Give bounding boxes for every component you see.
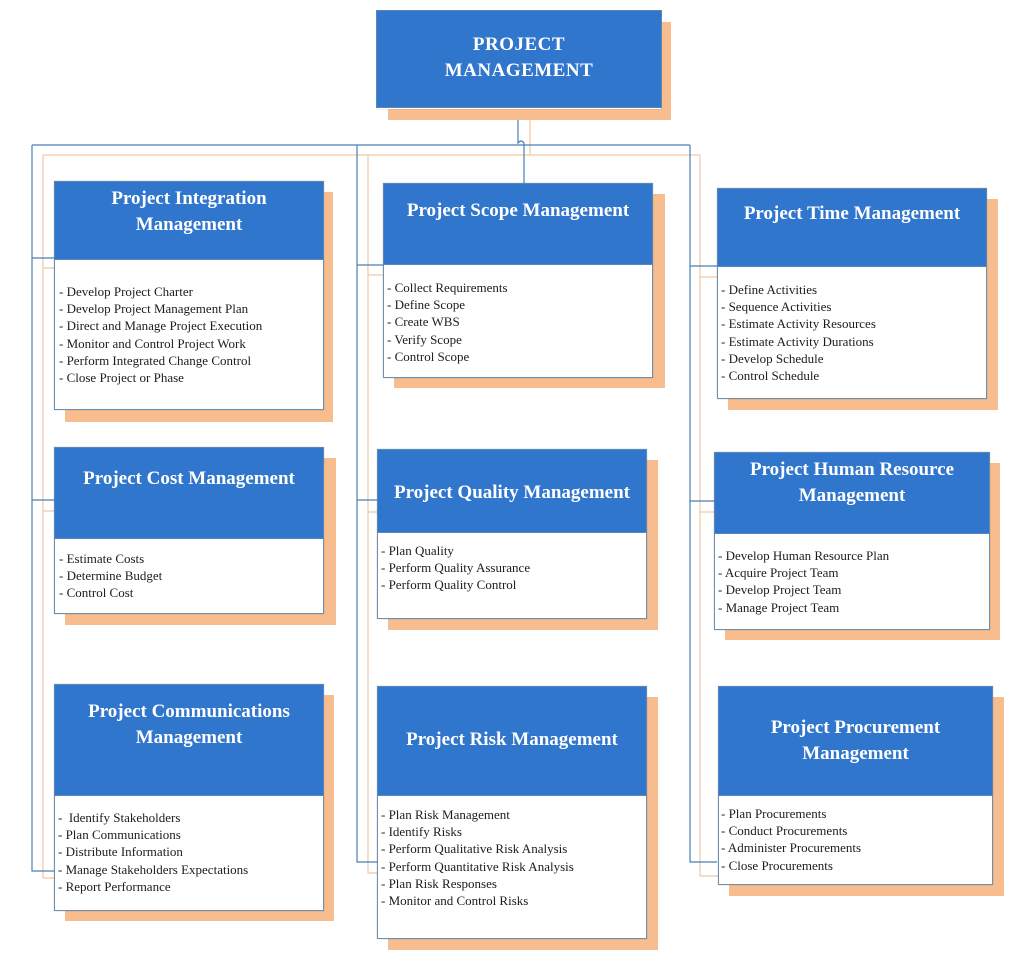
area-header: Project Quality Management: [377, 449, 647, 533]
process-list: - Plan Procurements - Conduct Procuremen…: [721, 805, 988, 874]
process-item: - Plan Quality: [381, 543, 454, 558]
area-title: Project Communications Management: [88, 701, 290, 748]
root-title: PROJECT MANAGEMENT: [444, 34, 594, 81]
area-header: Project Scope Management: [383, 183, 653, 265]
area-title: Project Risk Management: [406, 729, 618, 750]
area-header: Project Integration Management: [54, 181, 324, 260]
connector-right-trunk-blue: [689, 145, 717, 863]
area-title: Project Integration Management: [111, 188, 267, 235]
process-list: - Estimate Costs - Determine Budget - Co…: [59, 550, 319, 602]
process-item: - Collect Requirements: [387, 280, 508, 295]
area-card: Project Scope Management - Collect Requi…: [383, 183, 653, 378]
process-item: - Perform Quality Control: [381, 577, 517, 593]
area-card: Project Procurement Management - Plan Pr…: [718, 686, 993, 885]
process-item: - Develop Project Charter: [59, 284, 193, 299]
process-item: - Estimate Activity Resources: [721, 316, 876, 332]
area-card: Project Risk Management - Plan Risk Mana…: [377, 686, 647, 939]
process-item: - Plan Procurements: [721, 806, 827, 821]
process-item: - Perform Integrated Change Control: [59, 352, 252, 368]
area-header: Project Human Resource Management: [714, 452, 990, 534]
area-card: Project Quality Management - Plan Qualit…: [377, 449, 647, 619]
process-item: - Develop Human Resource Plan: [718, 548, 890, 563]
process-item: - Define Scope: [387, 297, 465, 313]
area-header: Project Communications Management: [54, 684, 324, 796]
area-title: Project Cost Management: [83, 468, 295, 489]
process-item: - Report Performance: [58, 878, 171, 894]
process-item: - Develop Schedule: [721, 350, 824, 366]
process-item: - Plan Communications: [58, 827, 181, 843]
root-header: PROJECT MANAGEMENT: [376, 10, 662, 108]
process-list: - Collect Requirements - Define Scope - …: [387, 279, 648, 365]
process-item: - Perform Quantitative Risk Analysis: [381, 858, 574, 874]
area-card: Project Cost Management - Estimate Costs…: [54, 447, 324, 614]
process-item: - Identify Risks: [381, 824, 462, 840]
process-list: - Develop Project Charter - Develop Proj…: [59, 283, 319, 386]
area-title: Project Quality Management: [393, 482, 631, 503]
process-item: - Control Cost: [59, 585, 134, 601]
process-item: - Verify Scope: [387, 331, 462, 347]
area-header: Project Risk Management: [377, 686, 647, 796]
process-item: - Define Activities: [721, 282, 818, 297]
area-card: Project Human Resource Management - Deve…: [714, 452, 990, 630]
process-item: - Plan Risk Management: [381, 807, 510, 822]
process-item: - Perform Quality Assurance: [381, 560, 531, 576]
process-item: - Sequence Activities: [721, 299, 832, 315]
area-header: Project Procurement Management: [718, 686, 993, 796]
process-item: - Acquire Project Team: [718, 565, 839, 581]
process-item: - Administer Procurements: [721, 840, 862, 856]
area-title: Project Scope Management: [406, 200, 630, 221]
area-title: Project Time Management: [743, 203, 961, 224]
process-item: - Determine Budget: [59, 568, 163, 584]
process-item: - Monitor and Control Project Work: [59, 335, 246, 351]
process-item: - Develop Project Team: [718, 582, 842, 598]
process-list: - Define Activities - Sequence Activitie…: [721, 281, 982, 384]
process-list: - Develop Human Resource Plan - Acquire …: [718, 547, 985, 616]
process-item: - Develop Project Management Plan: [59, 301, 249, 317]
process-item: - Perform Qualitative Risk Analysis: [381, 841, 568, 857]
process-item: - Identify Stakeholders: [58, 810, 181, 825]
area-card: Project Integration Management - Develop…: [54, 181, 324, 410]
root-card: PROJECT MANAGEMENT: [376, 10, 662, 109]
process-item: - Distribute Information: [58, 844, 183, 860]
process-item: - Control Schedule: [721, 368, 820, 384]
process-list: - Plan Risk Management - Identify Risks …: [381, 806, 642, 909]
area-title: Project Procurement Management: [770, 717, 941, 764]
process-item: - Monitor and Control Risks: [381, 893, 529, 909]
area-header: Project Cost Management: [54, 447, 324, 539]
process-list: - Plan Quality - Perform Quality Assuran…: [381, 542, 642, 594]
process-item: - Close Procurements: [721, 857, 833, 873]
process-item: - Direct and Manage Project Execution: [59, 318, 263, 334]
process-item: - Manage Stakeholders Expectations: [58, 861, 249, 877]
process-item: - Control Scope: [387, 348, 470, 364]
process-item: - Manage Project Team: [718, 599, 840, 615]
process-item: - Plan Risk Responses: [381, 875, 497, 891]
process-item: - Close Project or Phase: [59, 370, 184, 386]
process-list: - Identify Stakeholders - Plan Communica…: [58, 809, 319, 895]
process-item: - Estimate Costs: [59, 551, 145, 566]
process-item: - Estimate Activity Durations: [721, 333, 874, 349]
process-item: - Conduct Procurements: [721, 823, 848, 839]
area-title: Project Human Resource Management: [749, 459, 955, 506]
process-item: - Create WBS: [387, 314, 460, 330]
area-card: Project Time Management - Define Activit…: [717, 188, 987, 399]
area-card: Project Communications Management - Iden…: [54, 684, 324, 911]
area-header: Project Time Management: [717, 188, 987, 267]
